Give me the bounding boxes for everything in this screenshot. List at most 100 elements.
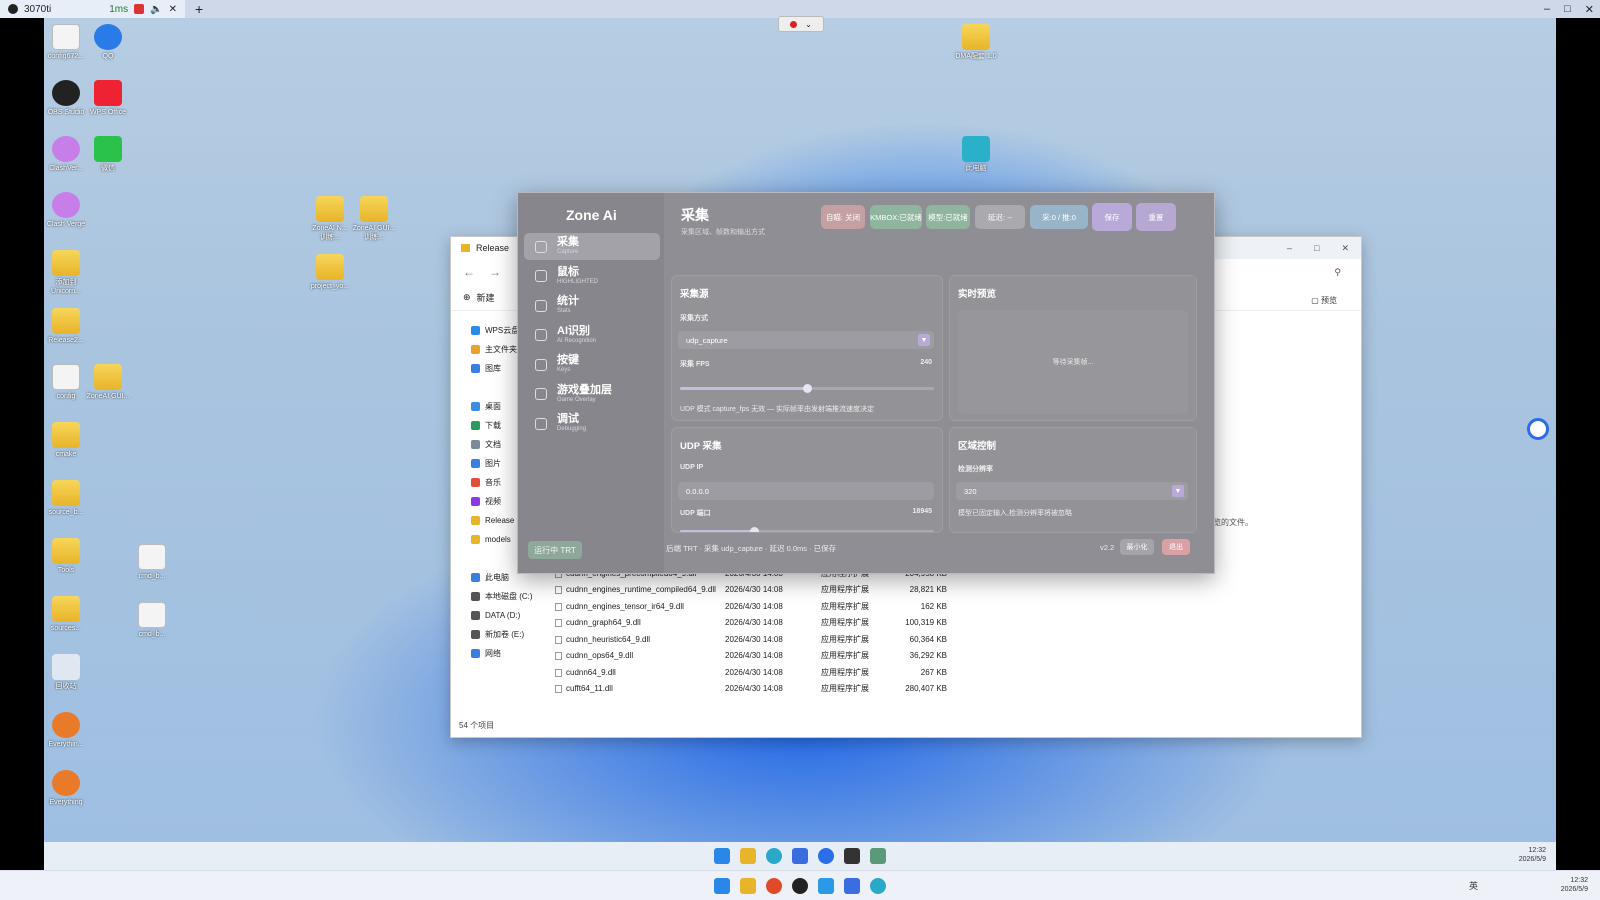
minimize-button[interactable]: 最小化 (1120, 539, 1154, 555)
desktop-icon[interactable]: Everything (44, 770, 88, 807)
waiting-text: 等待采集帧... (1052, 359, 1094, 366)
file-type: 应用程序扩展 (821, 667, 869, 677)
terminal-icon[interactable] (844, 848, 860, 864)
file-explorer-icon[interactable] (740, 877, 756, 894)
ime-indicator[interactable]: 英 (1469, 882, 1478, 891)
maximize-icon[interactable]: □ (1314, 243, 1319, 254)
nav-item-ai-recognition[interactable]: AI识别 AI Recognition (524, 322, 660, 349)
nav-item-highlighted[interactable]: 鼠标 HIGHLIGHTED (524, 263, 660, 290)
desktop-icon[interactable]: config672... (44, 24, 88, 61)
nav-pane-item[interactable]: 新加卷 (E:) (459, 625, 547, 644)
recycle-bin-icon[interactable]: 回收站 (44, 654, 88, 691)
exit-button[interactable]: 退出 (1162, 539, 1190, 555)
close-icon[interactable]: ✕ (1585, 3, 1594, 16)
host-taskbar: 英 12:32 2026/5/9 (0, 870, 1600, 900)
desktop-icon[interactable]: config (44, 364, 88, 401)
reset-button[interactable]: 重置 (1136, 203, 1176, 231)
start-icon[interactable] (714, 877, 730, 894)
nav-pane-item[interactable]: 本地磁盘 (C:) (459, 587, 547, 606)
folder-icon (471, 459, 480, 468)
close-icon[interactable]: ✕ (1341, 243, 1349, 254)
version-label: v2.2 (1100, 543, 1115, 552)
file-row[interactable]: cudnn_engines_tensor_ir64_9.dll 2026/4/30… (555, 598, 955, 615)
desktop-icon[interactable]: OBS Studio (44, 80, 88, 117)
resolution-select[interactable]: 320 ▼ (956, 482, 1188, 500)
nav-item-capture[interactable]: 采集 Capture (524, 233, 660, 260)
file-explorer-icon[interactable] (740, 848, 756, 864)
desktop-icon[interactable]: ZoneAI N... 训练... (308, 196, 352, 242)
nav-item-stats[interactable]: 统计 Stats (524, 292, 660, 319)
edge-icon[interactable] (870, 877, 886, 894)
capture-method-select[interactable]: udp_capture ▼ (678, 331, 934, 349)
desktop-icon[interactable]: project_yo... (308, 254, 352, 291)
file-row[interactable]: cufft64_11.dll 2026/4/30 14:08 应用程序扩展 280,4… (555, 681, 955, 698)
close-tab-icon[interactable]: ✕ (169, 4, 177, 15)
maximize-icon[interactable]: □ (1564, 3, 1571, 16)
desktop-icon[interactable]: source_b... (44, 480, 88, 517)
file-row[interactable]: cudnn_ops64_9.dll 2026/4/30 14:08 应用程序扩展 36… (555, 648, 955, 665)
window-icon[interactable] (844, 877, 860, 894)
nav-item-keys[interactable]: 按键 Keys (524, 351, 660, 378)
desktop-icon[interactable]: cmd_b... (130, 602, 174, 639)
file-row[interactable]: cudnn_heuristic64_9.dll 2026/4/30 14:08 应用… (555, 631, 955, 648)
nav-label: 游戏叠加层 (557, 383, 612, 396)
forward-icon[interactable]: → (489, 265, 501, 279)
floating-assistant-icon[interactable] (1527, 418, 1549, 440)
desktop-icon[interactable]: cmake (44, 422, 88, 459)
slider-handle[interactable] (749, 527, 759, 532)
file-name: cudnn_graph64_9.dll (566, 618, 641, 628)
record-control[interactable]: ⌄ (778, 16, 824, 32)
desktop-icon[interactable]: cmd_b... (130, 544, 174, 581)
minimize-icon[interactable]: – (1544, 3, 1550, 16)
new-tab-button[interactable]: + (195, 1, 203, 17)
sidebar: Zone Ai 采集 Capture 鼠标 HIGHLIGHTED 统计 Stats AI识… (518, 193, 664, 573)
nav-pane-item[interactable]: DATA (D:) (459, 606, 547, 625)
desktop-icon[interactable]: QQ (86, 24, 130, 61)
back-icon[interactable]: ← (463, 265, 475, 279)
desktop-icon[interactable]: ZoneAI GUI... 训练... (352, 196, 396, 242)
udp-port-slider[interactable] (680, 527, 934, 532)
nav-item-debugging[interactable]: 调试 Debugging (524, 410, 660, 437)
desktop-icon[interactable]: ZoneAI GUI... (86, 364, 130, 401)
preview-button[interactable]: ▢ 预览 (1311, 295, 1337, 306)
desktop-icon[interactable]: DMA配套 1.0 (954, 24, 998, 61)
file-row[interactable]: cudnn_engines_runtime_compiled64_9.dll 20… (555, 582, 955, 599)
nav-item-game-overlay[interactable]: 游戏叠加层 Game Overlay (524, 381, 660, 408)
file-size: 36,292 KB (909, 651, 947, 661)
desktop-icon[interactable]: 微信 (86, 136, 130, 173)
nav-pane-item[interactable]: 网络 (459, 644, 547, 663)
desktop-icon[interactable]: sources... (44, 596, 88, 633)
search-icon[interactable]: ⚲ (1334, 267, 1341, 278)
desktop-icon[interactable]: ClashVer... (44, 136, 88, 173)
folder-icon (471, 516, 480, 525)
speaker-icon[interactable]: 🔈 (150, 4, 162, 15)
item-count: 54 个项目 (459, 721, 495, 730)
file-row[interactable]: cudnn_graph64_9.dll 2026/4/30 14:08 应用程序扩展… (555, 615, 955, 632)
desktop-icon[interactable]: Tools (44, 538, 88, 575)
start-icon[interactable] (714, 848, 730, 864)
remote-app-icon[interactable] (818, 848, 834, 864)
new-button[interactable]: 新建 (477, 291, 495, 304)
desktop-icon[interactable]: Clash Verge (44, 192, 88, 229)
file-size: 28,821 KB (909, 585, 947, 595)
desktop-icon[interactable]: Everythin... (44, 712, 88, 749)
host-tab[interactable]: 3070ti 1ms 🔈 ✕ (0, 0, 185, 18)
desktop-icon[interactable]: 添加到 Unicorn... (44, 250, 88, 296)
chrome-icon[interactable] (766, 877, 782, 894)
nav-pane-label: 图片 (485, 459, 501, 468)
zone-ai-taskbar-icon[interactable] (870, 848, 886, 864)
this-pc-icon[interactable]: 此电脑 (954, 136, 998, 173)
file-row[interactable]: cudnn64_9.dll 2026/4/30 14:08 应用程序扩展 267 KB (555, 664, 955, 681)
trt-status-button[interactable]: 运行中 TRT (528, 541, 582, 559)
edge-icon[interactable] (766, 848, 782, 864)
udp-ip-input[interactable]: 0.0.0.0 (678, 482, 934, 500)
remote-desktop-icon[interactable] (818, 877, 834, 894)
slider-handle[interactable] (803, 384, 812, 393)
security-icon[interactable] (792, 848, 808, 864)
desktop-icon[interactable]: Release2... (44, 308, 88, 345)
obs-icon[interactable] (792, 877, 808, 894)
desktop-icon[interactable]: WPS Office (86, 80, 130, 117)
fps-slider[interactable] (680, 384, 934, 393)
minimize-icon[interactable]: – (1287, 243, 1292, 254)
save-button[interactable]: 保存 (1092, 203, 1132, 231)
